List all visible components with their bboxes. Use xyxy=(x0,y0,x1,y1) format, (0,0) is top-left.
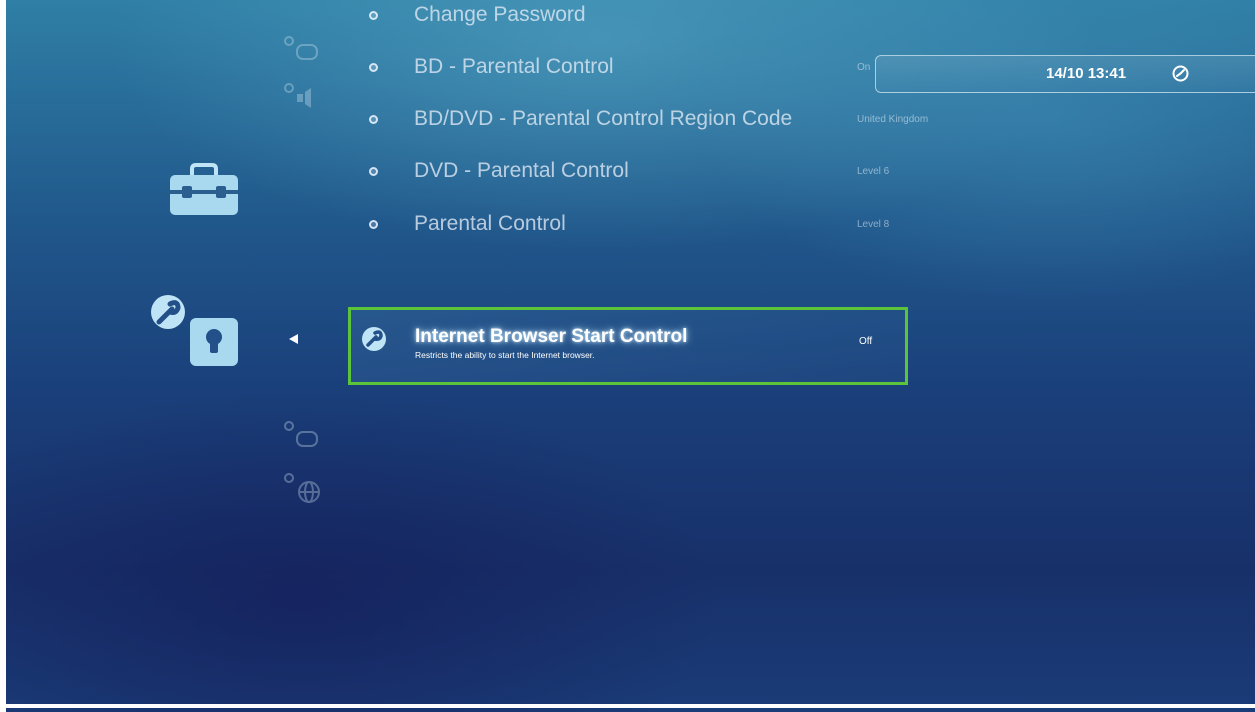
menu-item-region-code[interactable]: BD/DVD - Parental Control Region Code Un… xyxy=(365,99,1225,139)
menu-item-label: BD/DVD - Parental Control Region Code xyxy=(414,107,793,130)
back-arrow-icon[interactable] xyxy=(289,334,298,344)
menu-item-dvd-parental-control[interactable]: DVD - Parental Control Level 6 xyxy=(365,151,1225,191)
menu-item-label: BD - Parental Control xyxy=(414,55,614,78)
menu-item-change-password[interactable]: Change Password xyxy=(365,0,1225,35)
clock-icon xyxy=(1172,65,1189,82)
faint-audio-icon xyxy=(284,83,311,108)
bullet-icon xyxy=(369,219,378,229)
toolbox-icon[interactable] xyxy=(168,163,240,217)
faint-globe-icon xyxy=(284,473,320,503)
selected-item-description: Restricts the ability to start the Inter… xyxy=(415,350,595,360)
bullet-icon xyxy=(369,166,378,176)
faint-controller-icon xyxy=(284,36,318,60)
clock-time: 14/10 13:41 xyxy=(1046,65,1127,82)
faint-controller-icon-2 xyxy=(284,421,318,447)
menu-item-value: On xyxy=(857,61,871,73)
menu-item-value: United Kingdom xyxy=(857,113,929,125)
selected-item-title: Internet Browser Start Control xyxy=(415,326,688,347)
bullet-icon xyxy=(369,62,378,72)
bullet-icon xyxy=(369,114,378,124)
menu-item-label: DVD - Parental Control xyxy=(414,159,629,182)
menu-item-parental-control[interactable]: Parental Control Level 8 xyxy=(365,204,1225,244)
clock-status: 14/10 13:41 xyxy=(875,55,1255,93)
menu-item-value: Level 8 xyxy=(857,218,890,230)
selected-menu-item-browser-start-control[interactable]: Internet Browser Start Control Restricts… xyxy=(348,307,908,385)
menu-item-value: Level 6 xyxy=(857,165,890,177)
menu-item-label: Change Password xyxy=(414,3,586,26)
menu-item-label: Parental Control xyxy=(414,212,566,235)
selected-item-value: Off xyxy=(859,336,873,347)
bullet-icon xyxy=(369,10,378,20)
wrench-icon xyxy=(362,327,386,351)
security-lock-icon[interactable] xyxy=(148,294,248,374)
